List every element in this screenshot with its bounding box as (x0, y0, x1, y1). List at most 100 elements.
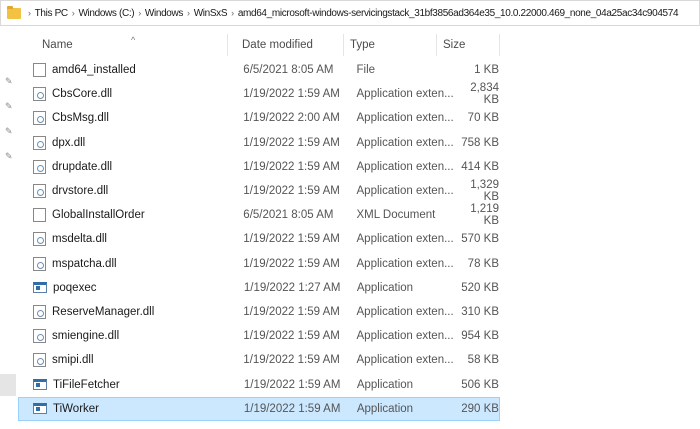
file-name: mspatcha.dll (52, 257, 117, 270)
chevron-right-icon[interactable]: › (231, 8, 234, 18)
file-list: amd64_installed 6/5/2021 8:05 AM File 1 … (18, 58, 500, 421)
file-size: 1 KB (474, 64, 499, 77)
file-row[interactable]: smipi.dll 1/19/2022 1:59 AM Application … (18, 348, 500, 372)
file-date: 1/19/2022 1:59 AM (243, 257, 340, 270)
column-date[interactable]: Date modified (228, 34, 344, 56)
dll-icon (33, 232, 46, 247)
breadcrumb-item[interactable]: Windows (C:) (78, 8, 134, 19)
file-row[interactable]: drvstore.dll 1/19/2022 1:59 AM Applicati… (18, 179, 500, 203)
folder-icon (7, 5, 21, 19)
file-row[interactable]: TiWorker 1/19/2022 1:59 AM Application 2… (18, 396, 500, 421)
file-size: 2,834 KB (470, 82, 499, 107)
file-type: Application exten... (356, 185, 454, 198)
breadcrumb-item[interactable]: This PC (35, 8, 68, 19)
file-date: 6/5/2021 8:05 AM (243, 64, 334, 77)
file-name: TiFileFetcher (53, 378, 120, 391)
file-row[interactable]: smiengine.dll 1/19/2022 1:59 AM Applicat… (18, 324, 500, 348)
file-date: 1/19/2022 1:59 AM (243, 136, 340, 149)
file-type: Application exten... (356, 330, 454, 343)
file-icon (33, 208, 46, 223)
file-size: 1,219 KB (470, 203, 499, 228)
nav-pane-selection[interactable] (0, 374, 16, 396)
file-size: 1,329 KB (470, 179, 499, 204)
file-type: Application (356, 378, 414, 391)
breadcrumb-item[interactable]: Windows (145, 8, 183, 19)
breadcrumb: › This PC › Windows (C:) › Windows › WinSxS › amd… (24, 8, 679, 19)
column-header: Name ^ Date modified Type Size (28, 34, 503, 56)
column-type[interactable]: Type (344, 34, 437, 56)
chevron-right-icon[interactable]: › (28, 8, 31, 18)
file-name: CbsMsg.dll (52, 112, 109, 125)
file-icon (33, 63, 46, 78)
file-type: Application exten... (356, 257, 454, 270)
dll-icon (33, 256, 46, 271)
file-name: poqexec (53, 281, 97, 294)
file-name: drvstore.dll (52, 185, 109, 198)
file-name: msdelta.dll (52, 233, 107, 246)
file-row[interactable]: drupdate.dll 1/19/2022 1:59 AM Applicati… (18, 155, 500, 179)
file-type: XML Document (356, 209, 436, 222)
file-row[interactable]: poqexec 1/19/2022 1:27 AM Application 52… (18, 276, 500, 300)
file-name: amd64_installed (52, 64, 136, 77)
file-row[interactable]: mspatcha.dll 1/19/2022 1:59 AM Applicati… (18, 252, 500, 276)
sort-ascending-icon: ^ (131, 35, 136, 45)
file-size: 570 KB (461, 233, 499, 246)
file-type: Application (356, 281, 414, 294)
file-row[interactable]: GlobalInstallOrder 6/5/2021 8:05 AM XML … (18, 203, 500, 227)
file-date: 1/19/2022 1:59 AM (243, 330, 340, 343)
pin-icon[interactable]: ✎ (5, 126, 13, 136)
file-size: 70 KB (467, 112, 499, 125)
file-date: 1/19/2022 1:59 AM (243, 233, 340, 246)
file-type: Application exten... (356, 305, 454, 318)
file-row[interactable]: ReserveManager.dll 1/19/2022 1:59 AM App… (18, 300, 500, 324)
file-date: 1/19/2022 1:59 AM (243, 378, 341, 391)
file-date: 1/19/2022 1:59 AM (243, 402, 341, 415)
app-icon (33, 379, 47, 391)
file-size: 290 KB (461, 402, 499, 415)
chevron-right-icon[interactable]: › (72, 8, 75, 18)
file-type: File (356, 64, 376, 77)
file-row[interactable]: amd64_installed 6/5/2021 8:05 AM File 1 … (18, 58, 500, 82)
file-size: 758 KB (461, 136, 499, 149)
file-size: 506 KB (461, 378, 499, 391)
file-date: 1/19/2022 1:59 AM (243, 354, 340, 367)
column-size[interactable]: Size (437, 34, 500, 56)
column-name[interactable]: Name ^ (28, 34, 228, 56)
file-type: Application exten... (356, 160, 454, 173)
file-type: Application exten... (356, 233, 454, 246)
file-name: smiengine.dll (52, 330, 120, 343)
dll-icon (33, 329, 46, 344)
file-row[interactable]: CbsMsg.dll 1/19/2022 2:00 AM Application… (18, 106, 500, 130)
chevron-right-icon[interactable]: › (187, 8, 190, 18)
file-size: 310 KB (461, 305, 499, 318)
file-type: Application exten... (356, 112, 454, 125)
file-row[interactable]: dpx.dll 1/19/2022 1:59 AM Application ex… (18, 131, 500, 155)
app-icon (33, 282, 47, 294)
file-row[interactable]: msdelta.dll 1/19/2022 1:59 AM Applicatio… (18, 227, 500, 251)
file-size: 520 KB (461, 281, 499, 294)
dll-icon (33, 87, 46, 102)
dll-icon (33, 304, 46, 319)
file-type: Application exten... (356, 354, 454, 367)
dll-icon (33, 353, 46, 368)
breadcrumb-item[interactable]: WinSxS (194, 8, 228, 19)
file-name: drupdate.dll (52, 160, 113, 173)
file-name: GlobalInstallOrder (52, 209, 145, 222)
file-date: 1/19/2022 1:59 AM (243, 160, 340, 173)
breadcrumb-item[interactable]: amd64_microsoft-windows-servicingstack_3… (238, 8, 679, 19)
file-name: CbsCore.dll (52, 88, 113, 101)
dll-icon (33, 135, 46, 150)
dll-icon (33, 111, 46, 126)
file-date: 1/19/2022 1:27 AM (243, 281, 341, 294)
file-date: 1/19/2022 1:59 AM (243, 88, 340, 101)
chevron-right-icon[interactable]: › (138, 8, 141, 18)
file-row[interactable]: CbsCore.dll 1/19/2022 1:59 AM Applicatio… (18, 82, 500, 106)
pin-icon[interactable]: ✎ (5, 101, 13, 111)
pin-icon[interactable]: ✎ (5, 76, 13, 86)
dll-icon (33, 184, 46, 199)
file-date: 6/5/2021 8:05 AM (243, 209, 334, 222)
address-bar[interactable]: › This PC › Windows (C:) › Windows › WinSxS › amd… (0, 0, 700, 26)
pin-icon[interactable]: ✎ (5, 151, 13, 161)
file-type: Application exten... (356, 136, 454, 149)
file-row[interactable]: TiFileFetcher 1/19/2022 1:59 AM Applicat… (18, 372, 500, 396)
